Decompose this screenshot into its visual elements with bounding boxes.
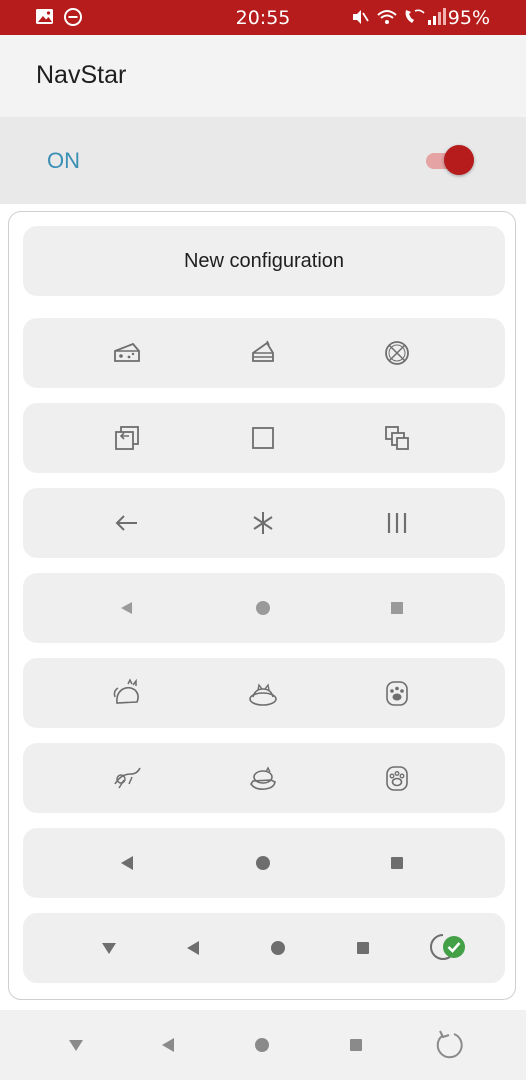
battery-level: 95%	[447, 7, 490, 29]
app-title: NavStar	[36, 61, 127, 89]
icon-set-row-8[interactable]	[23, 913, 505, 983]
cat-in-bed-icon	[249, 683, 277, 706]
arrow-left-icon	[115, 515, 137, 531]
configurations-card: New configuration	[8, 211, 516, 1000]
new-configuration-button[interactable]: New configuration	[23, 226, 505, 296]
small-circle-home-icon	[256, 601, 270, 615]
cheese-icon	[114, 342, 140, 362]
app-bar: NavStar	[0, 35, 526, 117]
small-triangle-back-icon	[121, 602, 132, 614]
wifi-calling-icon	[405, 9, 425, 23]
icon-set-row-1[interactable]	[23, 318, 505, 388]
system-nav-bar	[0, 1010, 526, 1080]
triangle-back-icon[interactable]	[152, 1029, 184, 1061]
cat-sleeping-icon	[250, 766, 276, 790]
triangle-back-icon	[121, 856, 133, 870]
paw-print-alt-icon	[386, 766, 408, 791]
status-bar: 20:55 95%	[0, 0, 526, 35]
icon-set-row-4[interactable]	[23, 573, 505, 643]
signal-icon	[428, 8, 446, 25]
icon-set-row-6[interactable]	[23, 743, 505, 813]
triangle-down-icon[interactable]	[60, 1029, 92, 1061]
small-square-recents-icon	[391, 602, 403, 614]
paw-print-icon	[386, 681, 408, 706]
toggle-label: ON	[47, 148, 80, 173]
three-bars-icon	[387, 513, 407, 533]
asterisk-icon	[253, 512, 273, 534]
master-switch[interactable]	[426, 144, 478, 176]
pizza-icon	[385, 341, 409, 365]
triangle-down-icon	[102, 943, 116, 954]
circle-home-icon[interactable]	[246, 1029, 278, 1061]
switch-thumb	[444, 145, 474, 175]
circle-home-icon	[256, 856, 270, 870]
new-configuration-label: New configuration	[183, 249, 345, 272]
overlap-squares-icon	[385, 426, 409, 450]
square-recents-icon	[357, 942, 369, 954]
master-toggle-row[interactable]: ON	[0, 117, 526, 204]
icon-set-row-7[interactable]	[23, 828, 505, 898]
wifi-icon	[377, 10, 397, 24]
cake-slice-icon	[252, 340, 274, 362]
icon-set-row-5[interactable]	[23, 658, 505, 728]
square-outline-icon	[252, 427, 274, 449]
back-frame-icon	[115, 426, 139, 450]
cat-jumping-icon	[114, 767, 141, 789]
icon-set-row-3[interactable]	[23, 488, 505, 558]
triangle-back-icon	[187, 941, 199, 955]
circle-home-icon	[271, 941, 285, 955]
rotate-icon	[430, 934, 465, 960]
cat-playing-icon	[113, 678, 139, 704]
vibrate-icon	[353, 10, 369, 24]
square-recents-icon[interactable]	[340, 1029, 372, 1061]
rotate-icon[interactable]	[432, 1027, 468, 1063]
icon-set-row-2[interactable]	[23, 403, 505, 473]
square-recents-icon	[391, 857, 403, 869]
